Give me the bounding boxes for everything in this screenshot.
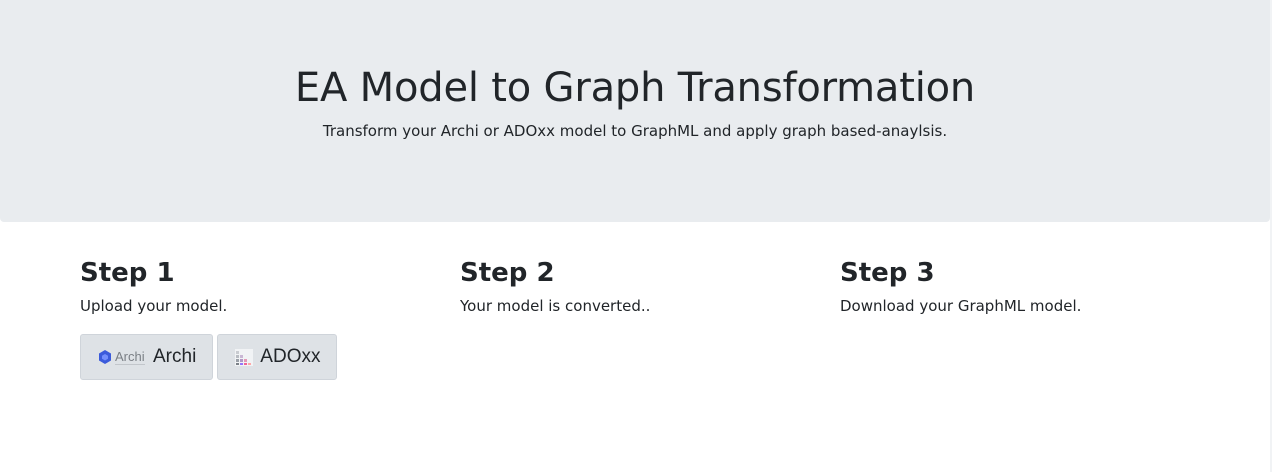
step-1-text: Upload your model. <box>80 297 228 315</box>
page-subtitle: Transform your Archi or ADOxx model to G… <box>322 122 948 140</box>
archi-upload-button[interactable]: Archi Archi <box>80 334 214 380</box>
adoxx-button-label: ADOxx <box>260 346 321 367</box>
step-1-heading: Step 1 <box>80 258 175 288</box>
hero-banner: EA Model to Graph Transformation Transfo… <box>0 0 1270 222</box>
step-3-column: Step 3 Download your GraphML model. <box>840 256 1200 316</box>
archi-logo-text: Archi <box>115 349 145 364</box>
step-2-column: Step 2 Your model is converted.. <box>460 256 820 316</box>
step-2-heading: Step 2 <box>460 258 555 288</box>
step-3-text: Download your GraphML model. <box>840 297 1082 315</box>
step-3-heading: Step 3 <box>840 258 935 288</box>
upload-buttons: Archi Archi ADOxx <box>80 334 440 380</box>
adoxx-upload-button[interactable]: ADOxx <box>217 334 338 380</box>
step-1-column: Step 1 Upload your model. Archi Archi AD… <box>80 256 440 380</box>
archi-logo-icon: Archi <box>97 346 147 368</box>
step-2-text: Your model is converted.. <box>460 297 651 315</box>
page-title: EA Model to Graph Transformation <box>294 65 976 111</box>
adoxx-logo-icon <box>234 347 254 367</box>
archi-button-label: Archi <box>153 346 197 367</box>
